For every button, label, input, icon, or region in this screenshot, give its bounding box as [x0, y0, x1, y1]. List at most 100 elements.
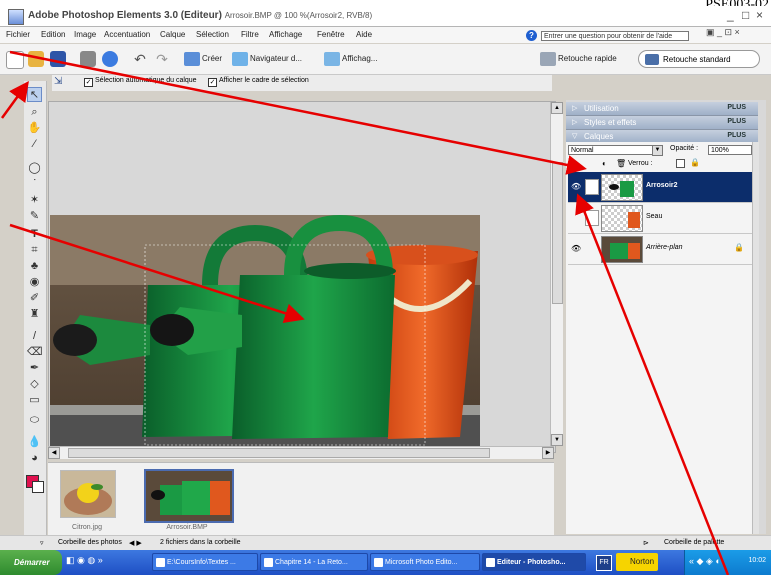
type-tool-icon[interactable]: T	[27, 227, 42, 242]
selection-brush-tool-icon[interactable]: ✎	[27, 209, 42, 224]
paint-bucket-tool-icon[interactable]: ◇	[27, 377, 42, 392]
help-icon[interactable]: ?	[526, 30, 537, 41]
thumbnail-citron[interactable]	[60, 470, 116, 518]
norton-button[interactable]: Norton	[616, 553, 658, 571]
healing-brush-tool-icon[interactable]: ✐	[27, 291, 42, 306]
display-button[interactable]: Affichag...	[324, 50, 377, 68]
eyedropper-tool-icon[interactable]: ⁄	[27, 137, 42, 152]
auto-select-checkbox[interactable]: ✓	[84, 78, 93, 87]
brush-link-icon[interactable]	[585, 179, 599, 195]
menu-accentuation[interactable]: Accentuation	[104, 30, 150, 39]
photo-bin-label[interactable]: Corbeille des photos	[58, 539, 122, 546]
quick-fix-button[interactable]: Retouche rapide	[540, 50, 617, 68]
bin-nav-icons[interactable]: ◀ ▶	[129, 539, 142, 547]
adjustment-layer-icon[interactable]: ◐	[602, 159, 607, 168]
opacity-input[interactable]: 100%	[708, 145, 752, 155]
hand-tool-icon[interactable]: ✋	[27, 121, 42, 136]
zoom-tool-icon[interactable]: ⌕	[27, 105, 42, 120]
background-color-swatch[interactable]	[32, 481, 44, 493]
brush-tool-icon[interactable]: ✒	[27, 361, 42, 376]
marquee-tool-icon[interactable]: ◯	[27, 161, 42, 176]
palette-calques-more[interactable]: PLUS	[727, 132, 746, 139]
layer-row-arrosoir2[interactable]: 👁 Arrosoir2	[568, 172, 752, 203]
redo-icon[interactable]: ↷	[154, 51, 170, 67]
delete-layer-icon[interactable]: 🗑	[616, 159, 626, 168]
menu-selection[interactable]: Sélection	[196, 30, 229, 39]
menu-aide[interactable]: Aide	[356, 30, 372, 39]
palette-utilisation[interactable]: ▷ Utilisation PLUS	[566, 102, 758, 116]
lock-transparency-checkbox[interactable]	[676, 159, 685, 168]
maximize-button[interactable]: □	[742, 8, 749, 22]
bin-toggle-icon[interactable]: ▿	[40, 539, 44, 547]
canvas-horizontal-scrollbar[interactable]: ◀ ▶	[48, 446, 554, 459]
menu-calque[interactable]: Calque	[160, 30, 185, 39]
clone-stamp-tool-icon[interactable]: ♜	[27, 307, 42, 322]
task-explorer[interactable]: E:\CoursInfo\Textes ...	[152, 553, 258, 571]
new-layer-icon[interactable]: ▫	[570, 159, 573, 168]
scroll-left-arrow-icon[interactable]: ◀	[48, 447, 60, 459]
scroll-down-arrow-icon[interactable]: ▼	[551, 434, 563, 446]
layers-scrollbar[interactable]	[752, 142, 759, 534]
pencil-tool-icon[interactable]: /	[27, 329, 42, 344]
cookie-cutter-tool-icon[interactable]: ♣	[27, 259, 42, 274]
scroll-up-arrow-icon[interactable]: ▲	[551, 102, 563, 114]
save-icon[interactable]	[50, 51, 66, 67]
title-bar[interactable]: Adobe Photoshop Elements 3.0 (Editeur) A…	[0, 6, 771, 27]
undo-icon[interactable]: ↶	[132, 51, 148, 67]
task-photo-editor[interactable]: Microsoft Photo Edito...	[370, 553, 480, 571]
open-folder-icon[interactable]	[28, 51, 44, 67]
doc-window-controls-icon[interactable]: ▣ _ ⊡ ×	[706, 27, 740, 38]
create-button[interactable]: Créer	[184, 50, 222, 68]
standard-edit-button[interactable]: Retouche standard	[638, 50, 760, 68]
task-word[interactable]: Chapitre 14 - La Reto...	[260, 553, 368, 571]
close-button[interactable]: ×	[756, 8, 763, 22]
lock-icon[interactable]: 🔒	[690, 158, 700, 167]
brush-link-icon[interactable]	[585, 210, 599, 226]
visibility-eye-icon[interactable]: 👁	[571, 244, 581, 254]
visibility-eye-icon[interactable]: 👁	[571, 182, 581, 192]
thumbnail-arrosoir[interactable]	[144, 469, 234, 523]
minimize-button[interactable]: _	[727, 8, 734, 22]
layer-row-seau[interactable]: Seau	[568, 203, 752, 234]
menu-edition[interactable]: Edition	[41, 30, 65, 39]
new-file-icon[interactable]	[6, 51, 24, 69]
blur-tool-icon[interactable]: 💧	[27, 435, 42, 450]
palette-bin-toggle-icon[interactable]: ⊳	[643, 539, 649, 547]
magic-wand-tool-icon[interactable]: ✶	[27, 193, 42, 208]
menu-fichier[interactable]: Fichier	[6, 30, 30, 39]
palette-utilisation-more[interactable]: PLUS	[727, 104, 746, 111]
eraser-tool-icon[interactable]: ⌫	[27, 345, 43, 360]
scroll-right-arrow-icon[interactable]: ▶	[542, 447, 554, 459]
crop-tool-icon[interactable]: ⌗	[27, 243, 42, 258]
palette-styles[interactable]: ▷ Styles et effets PLUS	[566, 116, 758, 130]
sponge-tool-icon[interactable]: ◕	[27, 451, 42, 466]
palette-bin-label[interactable]: Corbeille de palette	[664, 539, 724, 546]
move-tool-icon[interactable]: ↖	[27, 87, 42, 102]
canvas-photo[interactable]	[50, 215, 480, 447]
quick-launch-icons[interactable]: ◧ ◉ ◍ »	[66, 555, 146, 570]
canvas-vertical-scrollbar[interactable]: ▲ ▼	[550, 102, 563, 446]
task-photoshop[interactable]: Editeur - Photosho...	[482, 553, 586, 571]
horizontal-scroll-thumb[interactable]	[68, 448, 490, 458]
layer-row-arriere-plan[interactable]: 👁 Arrière-plan 🔒	[568, 234, 752, 265]
language-icon[interactable]: FR	[596, 555, 612, 571]
menu-fenetre[interactable]: Fenêtre	[317, 30, 345, 39]
print-icon[interactable]	[80, 51, 96, 67]
blend-dropdown-icon[interactable]: ▼	[652, 145, 663, 156]
red-eye-tool-icon[interactable]: ◉	[27, 275, 42, 290]
start-button[interactable]: Démarrer	[0, 550, 62, 575]
vertical-scroll-thumb[interactable]	[552, 162, 563, 304]
blend-mode-select[interactable]: Normal	[568, 145, 660, 155]
visibility-eye-icon[interactable]	[571, 213, 581, 223]
palette-styles-more[interactable]: PLUS	[727, 118, 746, 125]
tray-icons[interactable]: « ◆ ◈ ◐	[689, 556, 721, 567]
shape-tool-icon[interactable]: ⬭	[27, 413, 42, 428]
menu-affichage[interactable]: Affichage	[269, 30, 302, 39]
gradient-tool-icon[interactable]: ▭	[27, 393, 42, 408]
menu-image[interactable]: Image	[74, 30, 96, 39]
online-services-icon[interactable]	[102, 51, 118, 67]
show-bounding-box-checkbox[interactable]: ✓	[208, 78, 217, 87]
menu-filtre[interactable]: Filtre	[241, 30, 259, 39]
help-search-input[interactable]: Entrer une question pour obtenir de l'ai…	[541, 31, 689, 41]
navigator-button[interactable]: Navigateur d...	[232, 50, 302, 68]
